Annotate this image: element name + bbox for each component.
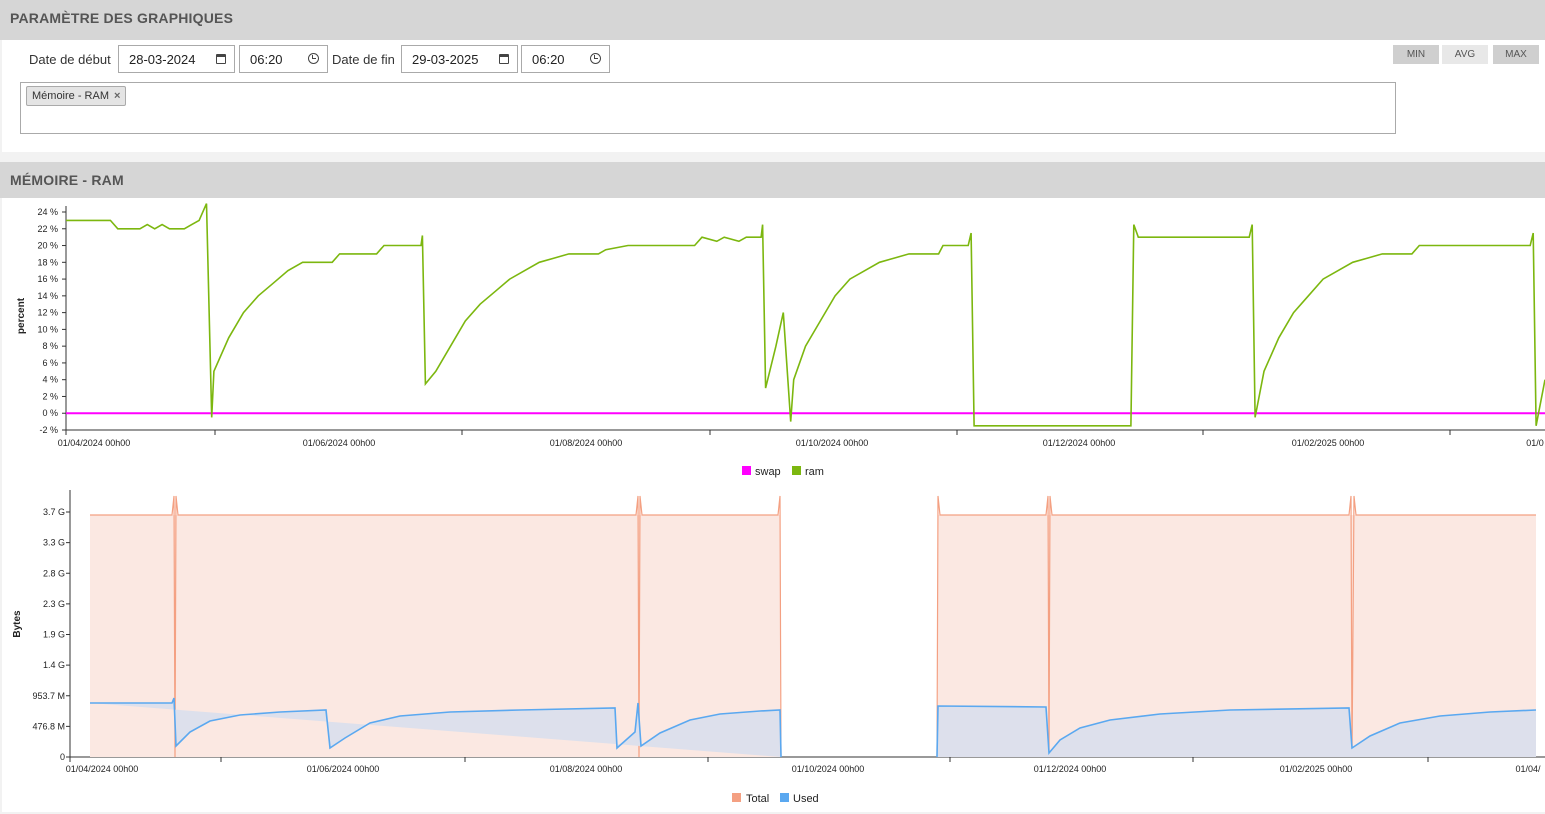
y-tick-label: 1.9 G [43, 630, 65, 640]
end-time-value: 06:20 [532, 52, 565, 67]
avg-button[interactable]: AVG [1442, 45, 1488, 64]
ram-series-line [66, 203, 1545, 427]
y-tick-label: 20 % [37, 241, 58, 251]
memory-header: MÉMOIRE - RAM [0, 162, 1545, 198]
y-tick-label: -2 % [39, 425, 58, 435]
x-tick-label: 01/08/2024 00h00 [550, 438, 623, 448]
metric-selector[interactable]: Mémoire - RAM × [20, 82, 1396, 134]
y-tick-label: 12 % [37, 308, 58, 318]
x-tick-label: 01/12/2024 00h00 [1034, 764, 1107, 774]
end-time-input[interactable]: 06:20 [521, 45, 610, 73]
y-tick-label: 10 % [37, 324, 58, 334]
y-tick-label: 8 % [42, 341, 58, 351]
y-tick-label: 16 % [37, 274, 58, 284]
y-tick-label: 18 % [37, 257, 58, 267]
max-button[interactable]: MAX [1493, 45, 1539, 64]
legend-swap-label: swap [755, 466, 781, 478]
clock-icon[interactable] [590, 53, 601, 64]
y-tick-label: 24 % [37, 207, 58, 217]
ram-percent-chart: 24 % 22 % 20 % 18 % 16 % 14 % 12 % 10 % 8 % 6 % 4 … [16, 203, 1545, 478]
y-tick-label: 22 % [37, 224, 58, 234]
calendar-icon[interactable] [216, 54, 226, 64]
y-tick-label: 4 % [42, 375, 58, 385]
y-tick-label: 3.3 G [43, 538, 65, 548]
memory-title: MÉMOIRE - RAM [10, 172, 124, 188]
x-tick-label: 01/02/2025 00h00 [1292, 438, 1365, 448]
y-tick-label: 6 % [42, 358, 58, 368]
x-tick-label: 01/04/2024 00h00 [58, 438, 131, 448]
start-date-value: 28-03-2024 [129, 52, 196, 67]
y-tick-label: 14 % [37, 291, 58, 301]
y-tick-label: 3.7 G [43, 507, 65, 517]
end-date-input[interactable]: 29-03-2025 [401, 45, 518, 73]
calendar-icon[interactable] [499, 54, 509, 64]
metric-tag-label: Mémoire - RAM [32, 90, 110, 102]
clock-icon[interactable] [308, 53, 319, 64]
metric-tag[interactable]: Mémoire - RAM × [26, 86, 127, 106]
start-time-value: 06:20 [250, 52, 283, 67]
x-tick-label: 01/10/2024 00h00 [792, 764, 865, 774]
x-tick-label: 01/12/2024 00h00 [1043, 438, 1116, 448]
y-tick-label: 2.3 G [43, 599, 65, 609]
legend-swap-swatch [742, 466, 751, 475]
y-tick-label: 0 [60, 752, 65, 762]
y-axis-label: Bytes [12, 610, 23, 638]
x-tick-label: 01/0 [1526, 438, 1544, 448]
x-tick-label: 01/02/2025 00h00 [1280, 764, 1353, 774]
end-date-value: 29-03-2025 [412, 52, 479, 67]
min-button[interactable]: MIN [1393, 45, 1439, 64]
x-tick-label: 01/10/2024 00h00 [796, 438, 869, 448]
y-tick-label: 476.8 M [32, 721, 65, 731]
x-tick-label: 01/04/ [1515, 764, 1541, 774]
x-tick-label: 01/04/2024 00h00 [66, 764, 139, 774]
start-date-input[interactable]: 28-03-2024 [118, 45, 235, 73]
end-date-label: Date de fin [332, 52, 395, 67]
x-tick-label: 01/06/2024 00h00 [303, 438, 376, 448]
y-tick-label: 2.8 G [43, 568, 65, 578]
y-tick-label: 1.4 G [43, 660, 65, 670]
remove-tag-icon[interactable]: × [114, 90, 120, 102]
y-axis-label: percent [16, 297, 27, 334]
legend-total-label: Total [746, 793, 769, 805]
y-tick-label: 2 % [42, 391, 58, 401]
start-time-input[interactable]: 06:20 [239, 45, 328, 73]
start-date-label: Date de début [29, 52, 111, 67]
ram-bytes-chart: 3.7 G 3.3 G 2.8 G 2.3 G 1.9 G 1.4 G 953.7 M 476… [12, 490, 1545, 805]
legend-total-swatch [732, 793, 741, 802]
settings-title: PARAMÈTRE DES GRAPHIQUES [10, 10, 234, 26]
legend-used-label: Used [793, 793, 819, 805]
x-tick-label: 01/06/2024 00h00 [307, 764, 380, 774]
y-tick-label: 953.7 M [32, 691, 65, 701]
settings-header: PARAMÈTRE DES GRAPHIQUES [0, 0, 1545, 40]
legend-ram-label: ram [805, 466, 824, 478]
x-tick-label: 01/08/2024 00h00 [550, 764, 623, 774]
legend-used-swatch [780, 793, 789, 802]
y-tick-label: 0 % [42, 408, 58, 418]
legend-ram-swatch [792, 466, 801, 475]
